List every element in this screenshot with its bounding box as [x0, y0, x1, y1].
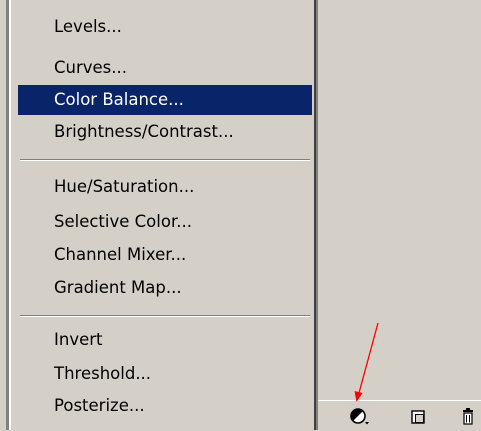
red-arrow-annotation	[354, 322, 379, 402]
